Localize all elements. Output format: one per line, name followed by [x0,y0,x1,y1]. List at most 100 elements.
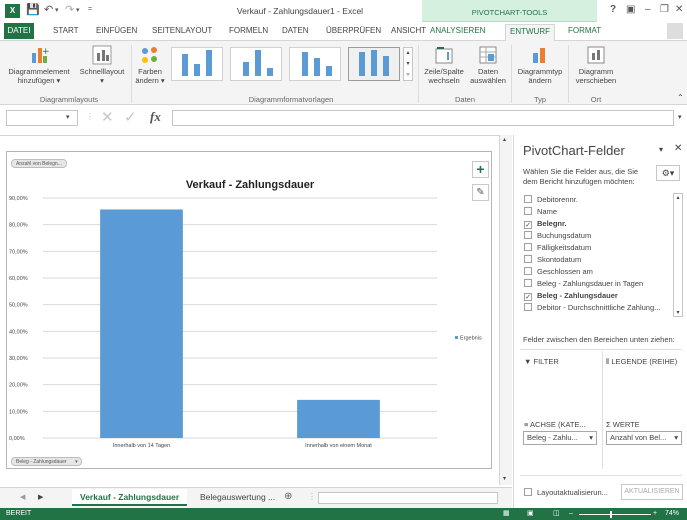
formula-input[interactable] [172,110,674,126]
tab-insert[interactable]: EINFÜGEN [96,26,137,35]
checkbox-unchecked[interactable] [524,231,532,239]
close-icon[interactable]: ✕ [675,4,683,15]
ribbon-display-icon[interactable]: ▣ [626,4,635,15]
checkbox-unchecked[interactable] [524,279,532,287]
chart-styles-brush-icon[interactable]: ✎ [472,184,489,201]
zoom-in-icon[interactable]: + [653,508,657,520]
sheet-prev-icon[interactable]: ◀ [20,493,25,501]
change-colors-button[interactable]: Farben ändern ▾ [134,45,166,85]
checkbox-unchecked[interactable] [524,255,532,263]
color-palette-icon [140,45,160,65]
worksheet-area[interactable]: Anzahl von Belegn... Verkauf - Zahlungsd… [0,135,512,485]
checkbox-checked[interactable]: ✓ [524,221,532,229]
checkbox-unchecked[interactable] [524,303,532,311]
scroll-up-icon[interactable]: ▴ [503,136,506,143]
cancel-icon[interactable]: ✕ [101,108,114,126]
name-box-dropdown-icon[interactable]: ▾ [66,113,70,121]
page-layout-view-icon[interactable]: ▣ [527,508,534,520]
axis-field-item[interactable]: Beleg - Zahlu... ▾ [523,431,597,445]
field-scroll-down-icon[interactable]: ▾ [674,309,682,316]
x-tick-label: Innerhalb von 14 Tagen [113,443,170,449]
pivot-field-item[interactable]: ✓ Belegnr. [524,219,567,229]
user-avatar[interactable] [667,23,683,39]
scroll-down-icon[interactable]: ▾ [503,475,506,482]
pivot-chart[interactable]: Anzahl von Belegn... Verkauf - Zahlungsd… [6,151,492,469]
chart-style-4[interactable] [348,47,400,81]
tab-formulas[interactable]: FORMELN [229,26,268,35]
tab-split-icon[interactable]: ⋮ [308,492,316,501]
bar[interactable] [100,209,183,438]
select-data-button[interactable]: Daten auswählen [467,45,509,85]
switch-row-column-button[interactable]: Zeile/Spalte wechseln [421,45,467,85]
tab-page-layout[interactable]: SEITENLAYOUT [152,26,212,35]
tab-design[interactable]: ENTWURF [505,24,555,42]
maximize-icon[interactable]: ❐ [660,4,669,15]
checkbox-unchecked[interactable] [524,243,532,251]
pane-title: PivotChart-Felder [523,143,625,158]
enter-icon[interactable]: ✓ [124,108,137,126]
field-scroll-up-icon[interactable]: ▴ [674,194,682,201]
group-separator [418,45,419,103]
normal-view-icon[interactable]: ▦ [503,508,510,520]
defer-layout-update[interactable]: Layoutaktualisierun... [524,488,608,498]
axis-field-button[interactable]: Beleg - Zahlungsdauer ▾ [11,457,82,466]
pivot-field-item[interactable]: ✓ Beleg - Zahlungsdauer [524,291,618,301]
checkbox-unchecked[interactable] [524,195,532,203]
vertical-scrollbar[interactable]: ▴ ▾ [499,135,512,485]
zoom-slider-handle[interactable] [610,511,612,518]
sheet-next-icon[interactable]: ▶ [38,493,43,501]
help-icon[interactable]: ? [610,4,616,15]
pivot-field-item[interactable]: Fälligkeitsdatum [524,243,591,253]
y-tick-label: 80,00% [9,223,28,229]
bar[interactable] [297,399,380,438]
field-list-scrollbar[interactable]: ▴ ▾ [673,193,683,317]
pivot-field-item[interactable]: Beleg - Zahlungsdauer in Tagen [524,279,643,289]
tab-data[interactable]: DATEN [282,26,309,35]
tab-start[interactable]: START [53,26,78,35]
sheet-tab-zahlungsdauer[interactable]: Verkauf - Zahlungsdauer [72,489,188,506]
styles-scroll-control[interactable]: ▴ ▾ ▿ [403,47,413,81]
tab-file[interactable]: DATEI [4,23,34,39]
page-break-view-icon[interactable]: ◫ [553,508,560,520]
add-chart-element-button[interactable]: + Diagrammelement hinzufügen ▾ [6,45,72,85]
expand-formula-bar-icon[interactable]: ▾ [678,113,682,121]
tab-format[interactable]: FORMAT [568,26,601,35]
horizontal-scrollbar[interactable] [318,492,498,504]
chart-elements-plus-icon[interactable]: + [472,161,489,178]
zoom-slider[interactable] [579,514,651,515]
sheet-tab-belegauswertung[interactable]: Belegauswertung ... [192,489,283,506]
tab-view[interactable]: ANSICHT [391,26,426,35]
pivot-field-item[interactable]: Name [524,207,557,217]
settings-gear-icon[interactable]: ⚙▾ [656,165,680,181]
pane-close-icon[interactable]: ✕ [674,143,682,154]
pivot-field-item[interactable]: Geschlossen am [524,267,593,277]
quick-layout-button[interactable]: Schnelllayout ▾ [75,45,129,85]
pivotchart-fields-pane: PivotChart-Felder ▾ ✕ Wählen Sie die Fel… [513,135,687,508]
insert-function-icon[interactable]: fx [150,109,161,125]
change-chart-type-button[interactable]: Diagrammtyp ändern [514,45,566,85]
values-field-item[interactable]: Anzahl von Bel... ▾ [606,431,682,445]
minimize-icon[interactable]: – [645,4,651,15]
pivot-field-item[interactable]: Buchungsdatum [524,231,591,241]
pane-options-icon[interactable]: ▾ [659,145,663,154]
pivot-field-item[interactable]: Debitorennr. [524,195,578,205]
checkbox-unchecked[interactable] [524,267,532,275]
change-type-label-2: ändern [528,76,552,85]
zoom-level[interactable]: 74% [665,508,679,520]
zoom-out-icon[interactable]: – [569,508,573,520]
add-sheet-icon[interactable]: ⊕ [284,491,292,502]
update-button[interactable]: AKTUALISIEREN [621,484,683,500]
checkbox-checked[interactable]: ✓ [524,293,532,301]
chart-style-3[interactable] [289,47,341,81]
move-chart-button[interactable]: Diagramm verschieben [571,45,621,85]
tab-review[interactable]: ÜBERPRÜFEN [326,26,381,35]
checkbox-unchecked[interactable] [524,207,532,215]
pivot-field-item[interactable]: Debitor - Durchschnittliche Zahlung... [524,303,660,313]
chart-style-1[interactable] [171,47,223,81]
pivot-field-item[interactable]: Skontodatum [524,255,581,265]
collapse-ribbon-icon[interactable]: ⌃ [677,93,684,102]
pivot-field-label: Name [537,207,558,216]
defer-checkbox[interactable] [524,488,532,496]
tab-analyze[interactable]: ANALYSIEREN [430,26,485,35]
chart-style-2[interactable] [230,47,282,81]
